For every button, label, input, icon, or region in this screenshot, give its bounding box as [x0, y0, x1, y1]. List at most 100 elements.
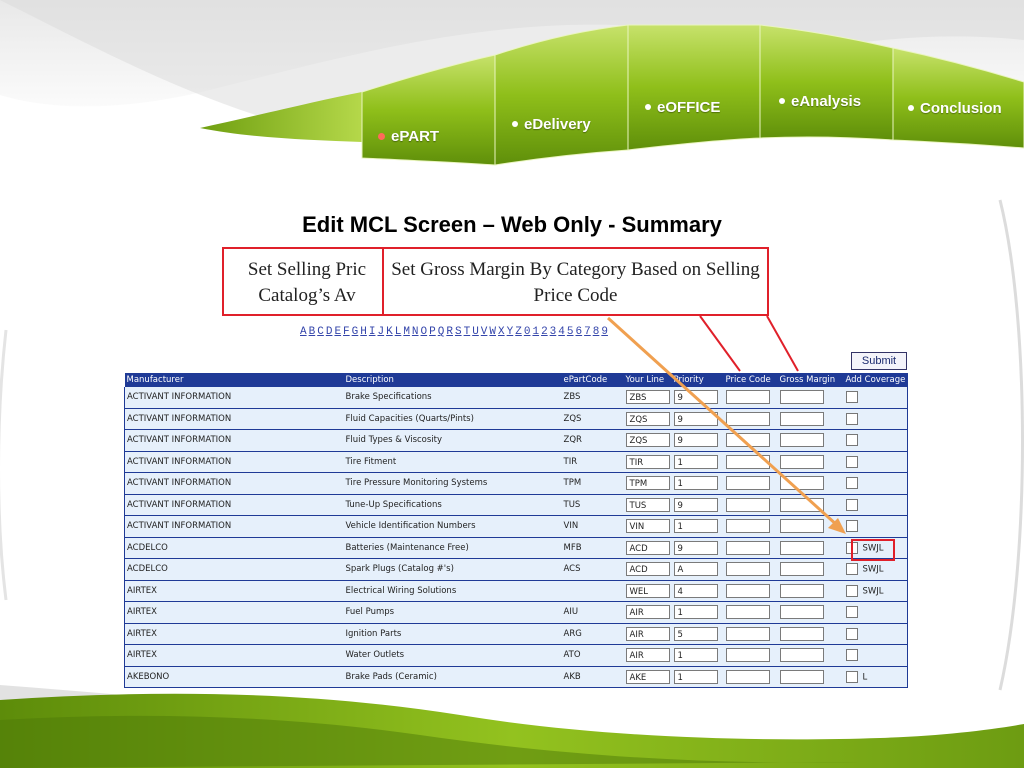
- add-coverage-checkbox[interactable]: [845, 606, 858, 619]
- price-code-input[interactable]: [725, 583, 770, 598]
- your-line-input[interactable]: AIR: [625, 626, 670, 641]
- price-code-input[interactable]: [725, 433, 770, 448]
- submit-button[interactable]: Submit: [851, 352, 907, 370]
- alpha-link[interactable]: N: [412, 326, 419, 338]
- alpha-link[interactable]: E: [334, 326, 341, 338]
- add-coverage-checkbox[interactable]: [845, 498, 858, 511]
- add-coverage-checkbox[interactable]: [845, 649, 858, 662]
- your-line-input[interactable]: ZBS: [625, 390, 670, 405]
- gross-margin-input[interactable]: [779, 519, 824, 534]
- your-line-input[interactable]: ZQS: [625, 411, 670, 426]
- alpha-link[interactable]: F: [343, 326, 350, 338]
- alpha-link[interactable]: K: [386, 326, 393, 338]
- price-code-input[interactable]: [725, 669, 770, 684]
- nav-tab-eoffice[interactable]: eOFFICE: [645, 99, 720, 116]
- price-code-input[interactable]: [725, 648, 770, 663]
- gross-margin-input[interactable]: [779, 648, 824, 663]
- alpha-link[interactable]: T: [464, 326, 471, 338]
- alpha-link[interactable]: U: [472, 326, 479, 338]
- price-code-input[interactable]: [725, 476, 770, 491]
- price-code-input[interactable]: [725, 390, 770, 405]
- alpha-link[interactable]: A: [300, 326, 307, 338]
- alpha-link[interactable]: 7: [584, 326, 591, 338]
- priority-input[interactable]: 9: [673, 497, 718, 512]
- alpha-link[interactable]: 3: [550, 326, 557, 338]
- price-code-input[interactable]: [725, 626, 770, 641]
- priority-input[interactable]: 1: [673, 669, 718, 684]
- your-line-input[interactable]: ACD: [625, 562, 670, 577]
- add-coverage-checkbox[interactable]: [845, 670, 858, 683]
- price-code-input[interactable]: [725, 411, 770, 426]
- priority-input[interactable]: 9: [673, 411, 718, 426]
- alpha-link[interactable]: D: [326, 326, 333, 338]
- alpha-link[interactable]: V: [481, 326, 488, 338]
- add-coverage-checkbox[interactable]: [845, 455, 858, 468]
- alpha-link[interactable]: M: [403, 326, 410, 338]
- add-coverage-checkbox[interactable]: [845, 391, 858, 404]
- alpha-link[interactable]: G: [352, 326, 359, 338]
- alpha-link[interactable]: 4: [558, 326, 565, 338]
- alpha-link[interactable]: H: [360, 326, 367, 338]
- priority-input[interactable]: 1: [673, 519, 718, 534]
- your-line-input[interactable]: TIR: [625, 454, 670, 469]
- add-coverage-checkbox[interactable]: [845, 477, 858, 490]
- add-coverage-checkbox[interactable]: [845, 434, 858, 447]
- nav-tab-eanalysis[interactable]: eAnalysis: [779, 93, 861, 110]
- add-coverage-checkbox[interactable]: [845, 563, 858, 576]
- alpha-link[interactable]: 6: [576, 326, 583, 338]
- your-line-input[interactable]: TUS: [625, 497, 670, 512]
- your-line-input[interactable]: AIR: [625, 605, 670, 620]
- alpha-link[interactable]: W: [489, 326, 496, 338]
- gross-margin-input[interactable]: [779, 476, 824, 491]
- alpha-link[interactable]: J: [377, 326, 384, 338]
- alpha-link[interactable]: 0: [524, 326, 531, 338]
- alpha-link[interactable]: 5: [567, 326, 574, 338]
- gross-margin-input[interactable]: [779, 497, 824, 512]
- alpha-link[interactable]: O: [421, 326, 428, 338]
- gross-margin-input[interactable]: [779, 583, 824, 598]
- alpha-link[interactable]: S: [455, 326, 462, 338]
- priority-input[interactable]: 9: [673, 390, 718, 405]
- gross-margin-input[interactable]: [779, 433, 824, 448]
- alpha-link[interactable]: B: [309, 326, 316, 338]
- gross-margin-input[interactable]: [779, 626, 824, 641]
- priority-input[interactable]: 1: [673, 454, 718, 469]
- price-code-input[interactable]: [725, 540, 770, 555]
- priority-input[interactable]: 9: [673, 433, 718, 448]
- alpha-link[interactable]: P: [429, 326, 436, 338]
- your-line-input[interactable]: ACD: [625, 540, 670, 555]
- priority-input[interactable]: 5: [673, 626, 718, 641]
- priority-input[interactable]: 1: [673, 476, 718, 491]
- alpha-link[interactable]: 1: [532, 326, 539, 338]
- priority-input[interactable]: 4: [673, 583, 718, 598]
- priority-input[interactable]: 9: [673, 540, 718, 555]
- alpha-link[interactable]: X: [498, 326, 505, 338]
- alpha-link[interactable]: R: [446, 326, 453, 338]
- add-coverage-checkbox[interactable]: [845, 584, 858, 597]
- nav-tab-epart[interactable]: ePART: [378, 128, 439, 145]
- alpha-link[interactable]: Q: [438, 326, 445, 338]
- gross-margin-input[interactable]: [779, 669, 824, 684]
- add-coverage-checkbox[interactable]: [845, 412, 858, 425]
- add-coverage-checkbox[interactable]: [845, 520, 858, 533]
- gross-margin-input[interactable]: [779, 540, 824, 555]
- your-line-input[interactable]: ZQS: [625, 433, 670, 448]
- your-line-input[interactable]: VIN: [625, 519, 670, 534]
- priority-input[interactable]: 1: [673, 605, 718, 620]
- alpha-link[interactable]: Z: [515, 326, 522, 338]
- alpha-link[interactable]: I: [369, 326, 376, 338]
- alpha-link[interactable]: L: [395, 326, 402, 338]
- alpha-link[interactable]: 8: [593, 326, 600, 338]
- priority-input[interactable]: 1: [673, 648, 718, 663]
- alpha-link[interactable]: Y: [507, 326, 514, 338]
- price-code-input[interactable]: [725, 454, 770, 469]
- price-code-input[interactable]: [725, 519, 770, 534]
- your-line-input[interactable]: TPM: [625, 476, 670, 491]
- alpha-link[interactable]: 2: [541, 326, 548, 338]
- gross-margin-input[interactable]: [779, 390, 824, 405]
- priority-input[interactable]: A: [673, 562, 718, 577]
- gross-margin-input[interactable]: [779, 454, 824, 469]
- price-code-input[interactable]: [725, 562, 770, 577]
- gross-margin-input[interactable]: [779, 411, 824, 426]
- add-coverage-checkbox[interactable]: [845, 627, 858, 640]
